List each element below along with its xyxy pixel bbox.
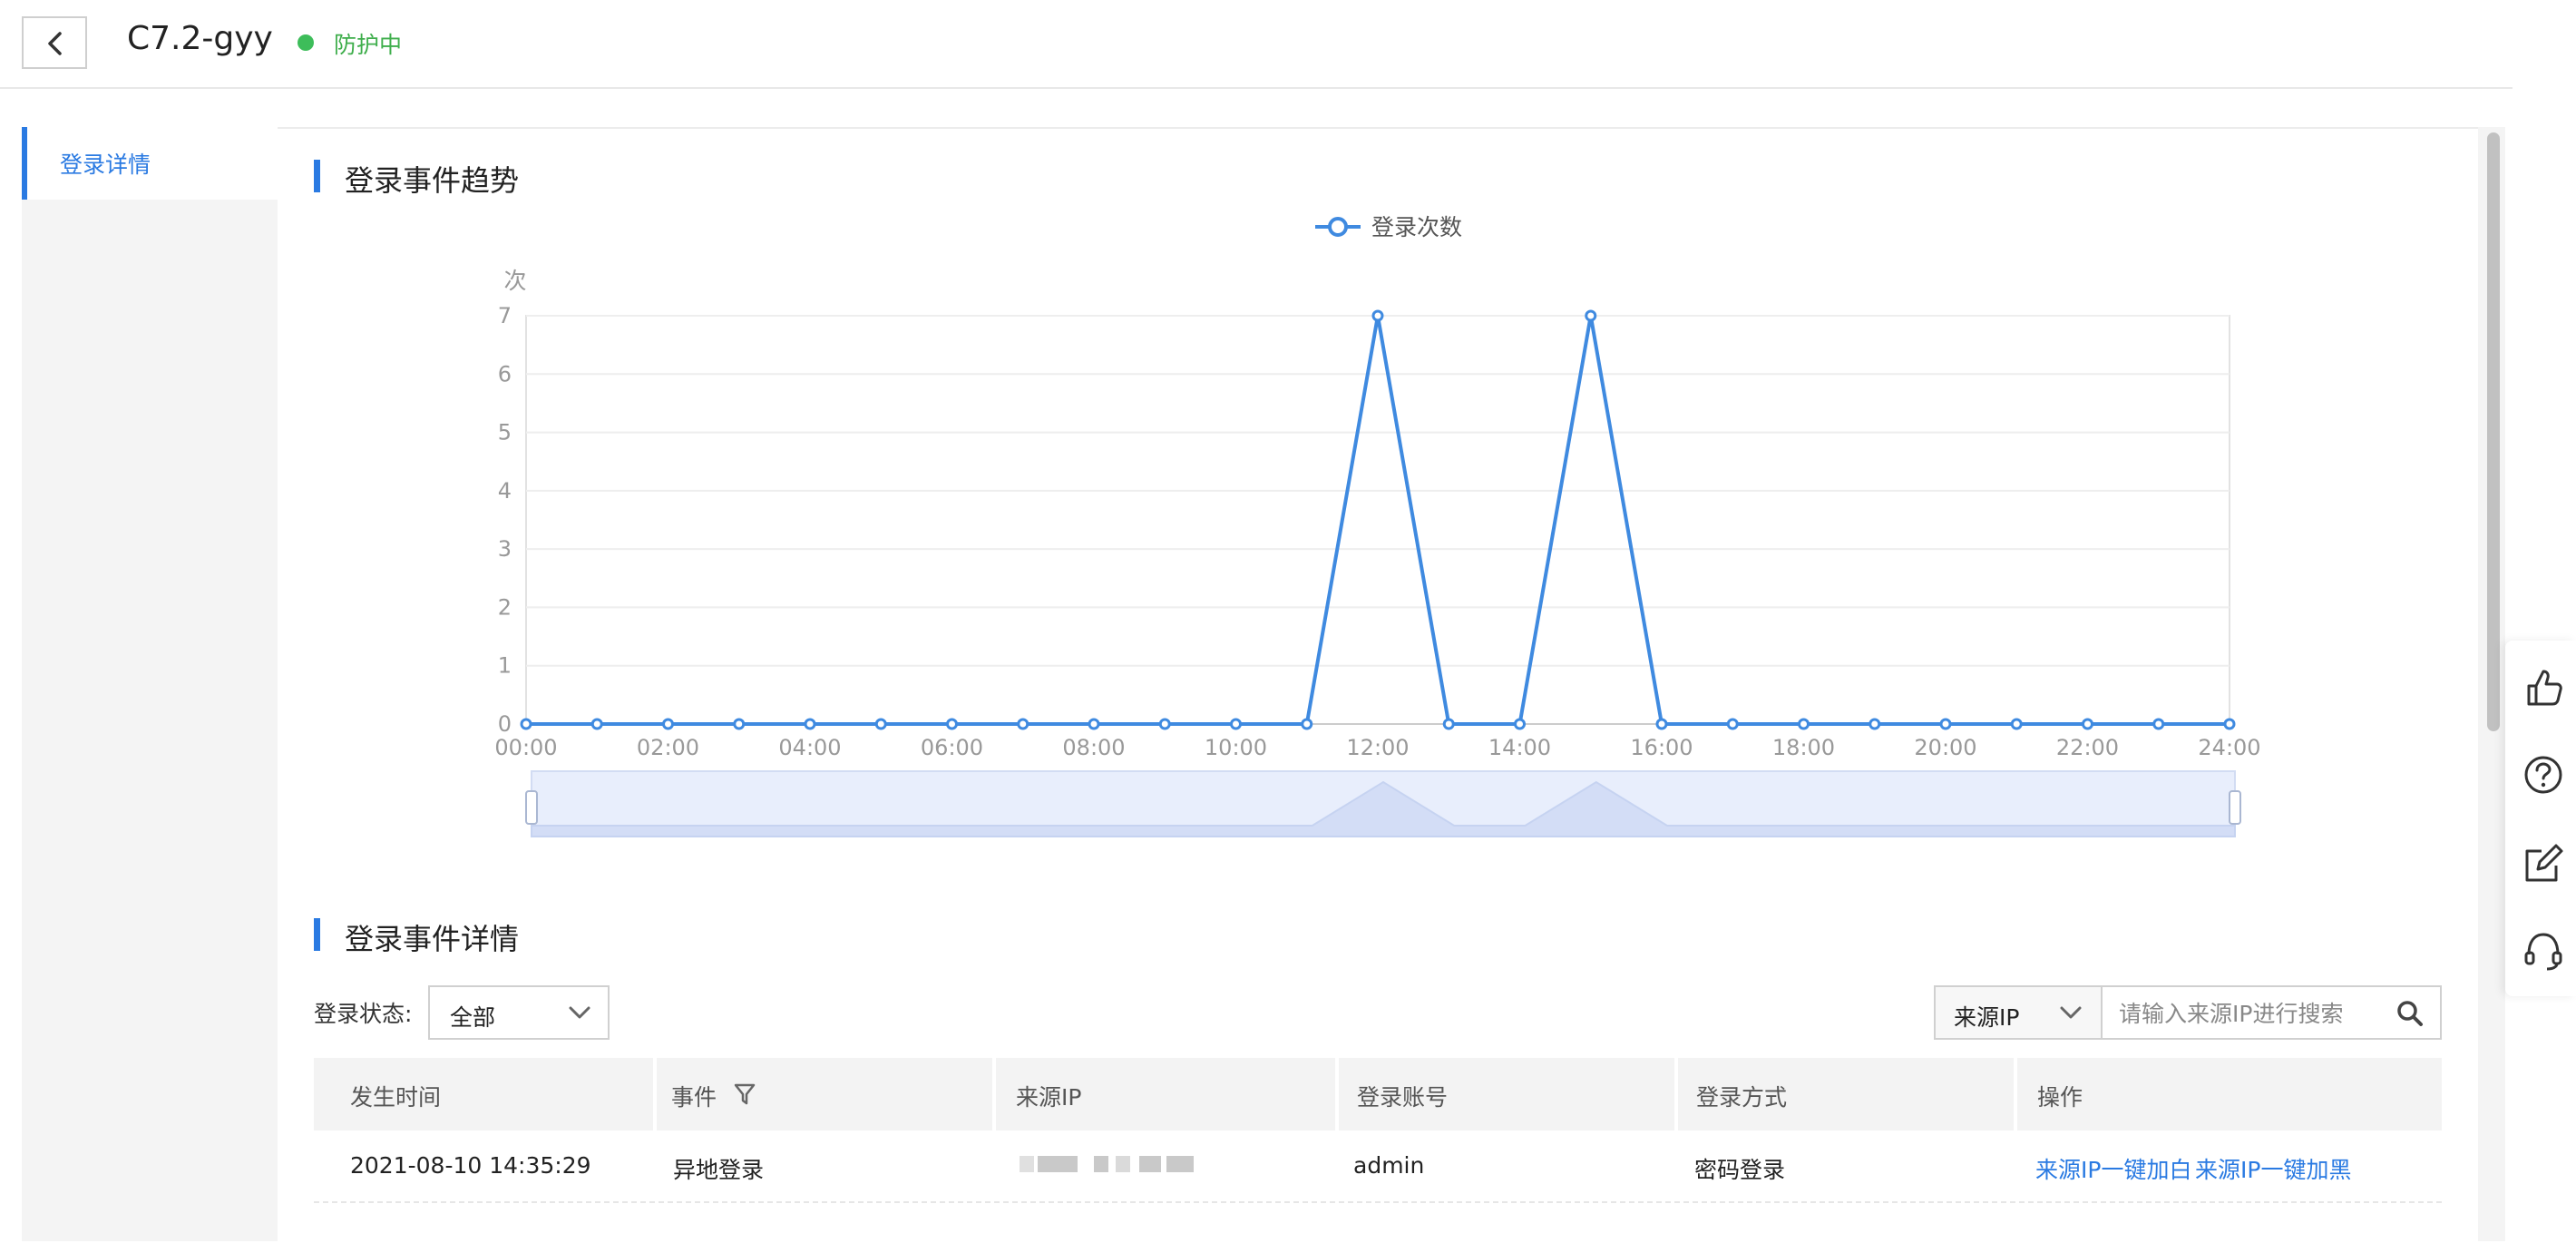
data-point xyxy=(1442,718,1455,730)
chevron-down-icon xyxy=(569,1006,590,1019)
series-line xyxy=(526,314,2230,726)
cell-event: 异地登录 xyxy=(673,1157,765,1183)
cell-time: 2021-08-10 14:35:29 xyxy=(350,1152,591,1179)
y-tick-label: 2 xyxy=(498,594,512,620)
customer-service-icon[interactable] xyxy=(2522,929,2565,973)
y-tick-label: 4 xyxy=(498,478,512,504)
table-row: 2021-08-10 14:35:29 异地登录 admin 密码登录 来源IP… xyxy=(314,1130,2442,1203)
column-header-ip: 来源IP xyxy=(996,1058,1335,1130)
data-point xyxy=(1939,718,1952,730)
sidebar-item-login-details[interactable]: 登录详情 xyxy=(22,127,278,200)
y-tick-label: 3 xyxy=(498,536,512,562)
data-point xyxy=(1371,309,1384,322)
data-point xyxy=(1869,718,1881,730)
data-point xyxy=(1585,309,1597,322)
x-tick-label: 04:00 xyxy=(778,735,841,760)
legend-marker xyxy=(1328,217,1348,237)
table-header: 发生时间 事件 来源IP 登录账号 登录方式 操作 xyxy=(314,1058,2442,1130)
data-point xyxy=(1514,718,1526,730)
data-point xyxy=(2010,718,2023,730)
y-axis-label: 次 xyxy=(503,268,526,294)
scrollbar-thumb[interactable] xyxy=(2487,132,2500,731)
data-point xyxy=(1017,718,1029,730)
data-point xyxy=(1726,718,1739,730)
plot-frame xyxy=(525,315,2230,725)
status-filter-label: 登录状态: xyxy=(314,1001,413,1027)
section-title-detail: 登录事件详情 xyxy=(314,916,519,958)
search-group: 来源IP xyxy=(1934,985,2442,1040)
data-point xyxy=(946,718,958,730)
data-point xyxy=(1301,718,1313,730)
data-point xyxy=(1798,718,1810,730)
legend-label: 登录次数 xyxy=(1371,214,1462,240)
data-point xyxy=(874,718,887,730)
blacklist-ip-link[interactable]: 来源IP一键加黑 xyxy=(2195,1152,2351,1185)
status-badge: 防护中 xyxy=(334,32,403,58)
x-tick-label: 14:00 xyxy=(1488,735,1551,760)
data-point xyxy=(1655,718,1668,730)
x-tick-label: 08:00 xyxy=(1062,735,1125,760)
data-point xyxy=(733,718,746,730)
sidebar: 登录详情 xyxy=(22,127,278,1241)
x-tick-label: 00:00 xyxy=(494,735,557,760)
y-tick-label: 0 xyxy=(498,711,512,737)
y-tick-label: 7 xyxy=(498,303,512,328)
x-tick-label: 10:00 xyxy=(1205,735,1267,760)
zoom-handle-left[interactable] xyxy=(525,790,538,825)
sidebar-item-label: 登录详情 xyxy=(60,152,151,178)
search-icon[interactable] xyxy=(2396,1000,2424,1027)
data-point xyxy=(1230,718,1242,730)
column-header-account: 登录账号 xyxy=(1339,1058,1674,1130)
data-point xyxy=(2152,718,2165,730)
cell-account: admin xyxy=(1353,1152,1425,1179)
y-tick-label: 6 xyxy=(498,361,512,387)
page-header: C7.2-gyy 防护中 xyxy=(0,0,2513,89)
x-tick-label: 16:00 xyxy=(1630,735,1693,760)
chevron-down-icon xyxy=(2060,1006,2082,1019)
y-tick-label: 5 xyxy=(498,420,512,445)
x-tick-label: 02:00 xyxy=(637,735,699,760)
column-header-time: 发生时间 xyxy=(314,1058,653,1130)
status-select-value: 全部 xyxy=(450,1004,496,1031)
search-input[interactable] xyxy=(2117,993,2393,1034)
back-button[interactable] xyxy=(22,16,87,69)
x-tick-label: 18:00 xyxy=(1772,735,1835,760)
search-type-select[interactable]: 来源IP xyxy=(1936,987,2103,1038)
page-title: C7.2-gyy xyxy=(127,20,273,57)
thumbs-up-icon[interactable] xyxy=(2522,666,2565,710)
login-trend-chart: 0 1 2 3 4 5 6 7 次 00:00 02:00 04:00 06:00 08:00 10:00 1… xyxy=(494,214,2261,837)
x-tick-label: 22:00 xyxy=(2056,735,2119,760)
data-point xyxy=(590,718,603,730)
data-point xyxy=(1158,718,1171,730)
status-dot-icon xyxy=(298,34,314,51)
cell-method: 密码登录 xyxy=(1694,1157,1786,1183)
column-header-event: 事件 xyxy=(657,1058,992,1130)
data-point xyxy=(1088,718,1100,730)
section-title-trend: 登录事件趋势 xyxy=(314,158,519,200)
whitelist-ip-link[interactable]: 来源IP一键加白 xyxy=(2035,1152,2191,1185)
help-icon[interactable] xyxy=(2522,753,2565,797)
edit-icon[interactable] xyxy=(2522,842,2565,886)
column-header-method: 登录方式 xyxy=(1678,1058,2014,1130)
x-tick-label: 24:00 xyxy=(2198,735,2260,760)
column-header-action: 操作 xyxy=(2017,1058,2442,1130)
search-type-value: 来源IP xyxy=(1954,1004,2020,1031)
data-point xyxy=(662,718,674,730)
chevron-left-icon xyxy=(48,32,62,55)
x-tick-label: 12:00 xyxy=(1346,735,1409,760)
x-tick-label: 20:00 xyxy=(1914,735,1976,760)
filter-icon[interactable] xyxy=(733,1082,756,1107)
data-point xyxy=(804,718,816,730)
floating-toolbar xyxy=(2505,641,2576,996)
zoom-handle-right[interactable] xyxy=(2229,790,2241,825)
data-point xyxy=(2082,718,2093,730)
data-point xyxy=(520,718,532,730)
data-point xyxy=(2223,718,2236,730)
y-tick-label: 1 xyxy=(498,653,512,679)
x-tick-label: 06:00 xyxy=(921,735,983,760)
status-select[interactable]: 全部 xyxy=(428,985,610,1040)
